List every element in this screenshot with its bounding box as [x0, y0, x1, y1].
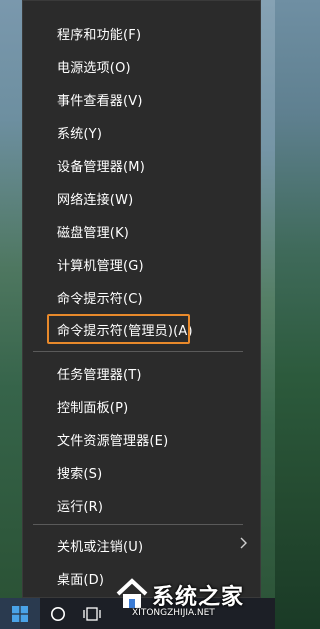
start-button[interactable]: [0, 598, 40, 629]
windows-logo-icon: [12, 605, 28, 622]
menu-item-command-prompt[interactable]: 命令提示符(C): [23, 281, 260, 314]
menu-item-programs-features[interactable]: 程序和功能(F): [23, 17, 260, 50]
menu-item-disk-management[interactable]: 磁盘管理(K): [23, 215, 260, 248]
cortana-circle-icon: [51, 606, 65, 621]
menu-item-shutdown-signout[interactable]: 关机或注销(U): [23, 529, 260, 562]
menu-item-device-manager[interactable]: 设备管理器(M): [23, 149, 260, 182]
watermark-subtitle: XITONGZHIJIA.NET: [132, 608, 215, 618]
menu-item-search[interactable]: 搜索(S): [23, 456, 260, 489]
menu-item-network-connections[interactable]: 网络连接(W): [23, 182, 260, 215]
desktop-wallpaper-left: [0, 0, 22, 598]
menu-item-file-explorer[interactable]: 文件资源管理器(E): [23, 423, 260, 456]
task-view-icon: [83, 606, 101, 621]
task-view-button[interactable]: [76, 598, 108, 629]
menu-divider: [33, 524, 243, 525]
menu-item-power-options[interactable]: 电源选项(O): [23, 50, 260, 83]
menu-item-run[interactable]: 运行(R): [23, 489, 260, 522]
menu-item-system[interactable]: 系统(Y): [23, 116, 260, 149]
menu-item-task-manager[interactable]: 任务管理器(T): [23, 357, 260, 390]
watermark-title: 系统之家: [152, 585, 245, 610]
desktop-wallpaper-right: [261, 0, 275, 598]
menu-divider: [33, 351, 243, 352]
winx-context-menu: 程序和功能(F) 电源选项(O) 事件查看器(V) 系统(Y) 设备管理器(M)…: [22, 0, 261, 598]
menu-item-computer-management[interactable]: 计算机管理(G): [23, 248, 260, 281]
menu-item-control-panel[interactable]: 控制面板(P): [23, 390, 260, 423]
search-button[interactable]: [42, 598, 74, 629]
chevron-right-icon: [240, 537, 247, 549]
highlight-box: [47, 314, 190, 344]
house-logo-icon: [116, 578, 148, 608]
menu-item-event-viewer[interactable]: 事件查看器(V): [23, 83, 260, 116]
watermark: 系统之家 XITONGZHIJIA.NET: [112, 575, 272, 625]
